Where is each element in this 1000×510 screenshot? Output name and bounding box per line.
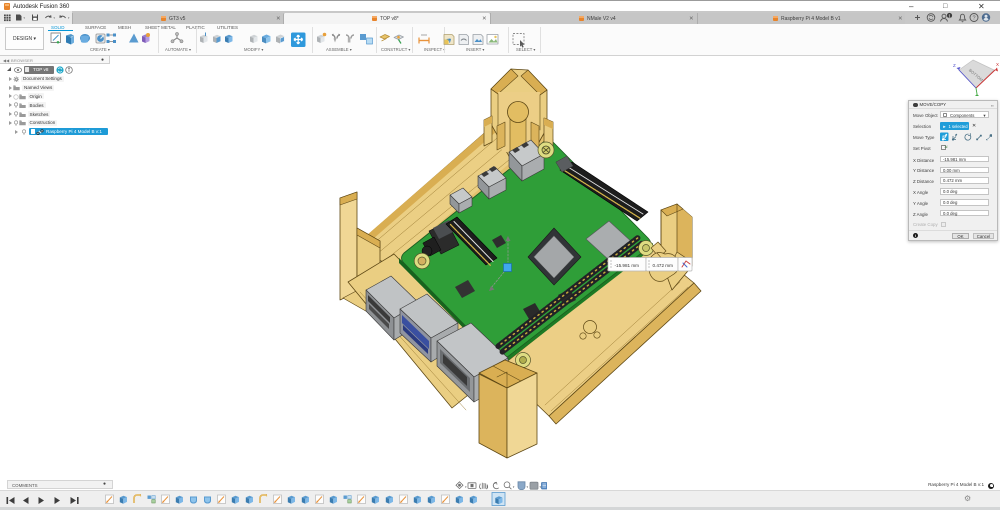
svg-text:-15.981 mm: -15.981 mm: [615, 263, 640, 268]
svg-text:X: X: [996, 62, 999, 67]
svg-text:Z: Z: [953, 63, 956, 68]
svg-text:?: ?: [972, 15, 975, 21]
svg-text:0.472 mm: 0.472 mm: [653, 263, 674, 268]
